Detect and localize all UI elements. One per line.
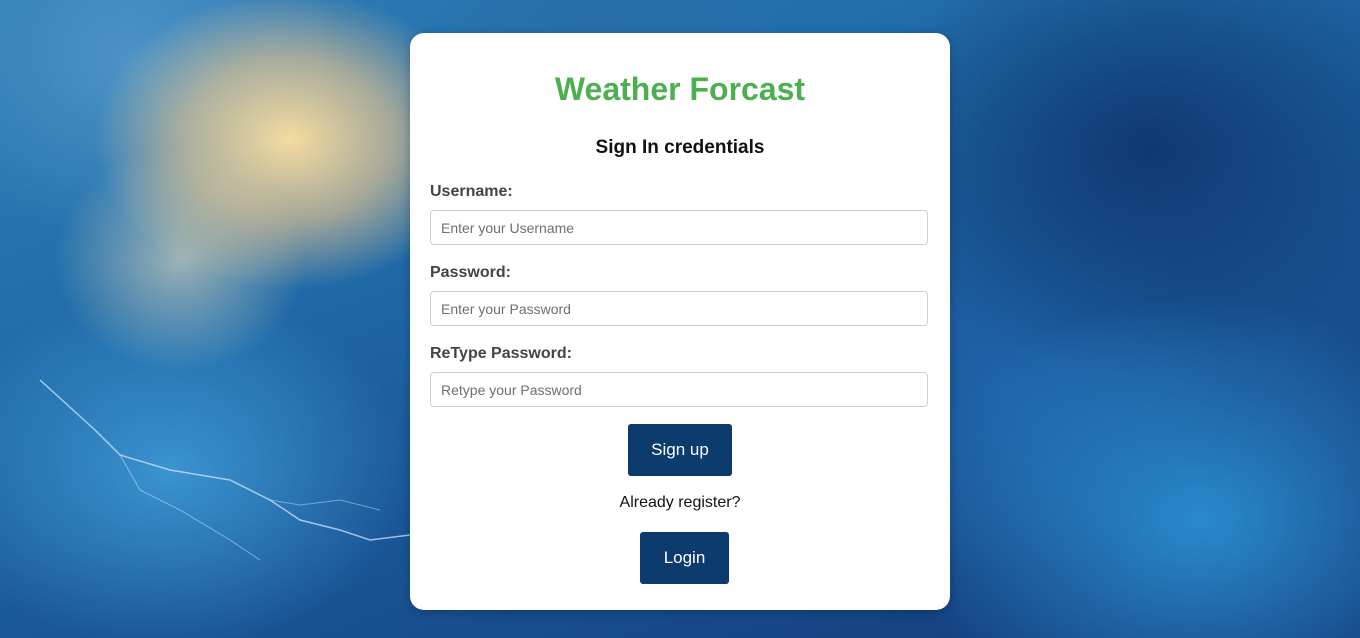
login-button[interactable]: Login (640, 532, 729, 584)
already-registered-text: Already register? (619, 494, 741, 511)
password-input[interactable] (430, 291, 928, 326)
username-input[interactable] (430, 210, 928, 245)
form-heading: Sign In credentials (595, 137, 765, 158)
retype-password-input[interactable] (430, 372, 928, 407)
username-label: Username: (430, 183, 513, 200)
signup-button[interactable]: Sign up (628, 424, 732, 476)
signup-card: Weather Forcast Sign In credentials User… (410, 33, 950, 610)
password-label: Password: (430, 264, 511, 281)
retype-password-label: ReType Password: (430, 345, 572, 362)
app-title: Weather Forcast (554, 71, 806, 107)
